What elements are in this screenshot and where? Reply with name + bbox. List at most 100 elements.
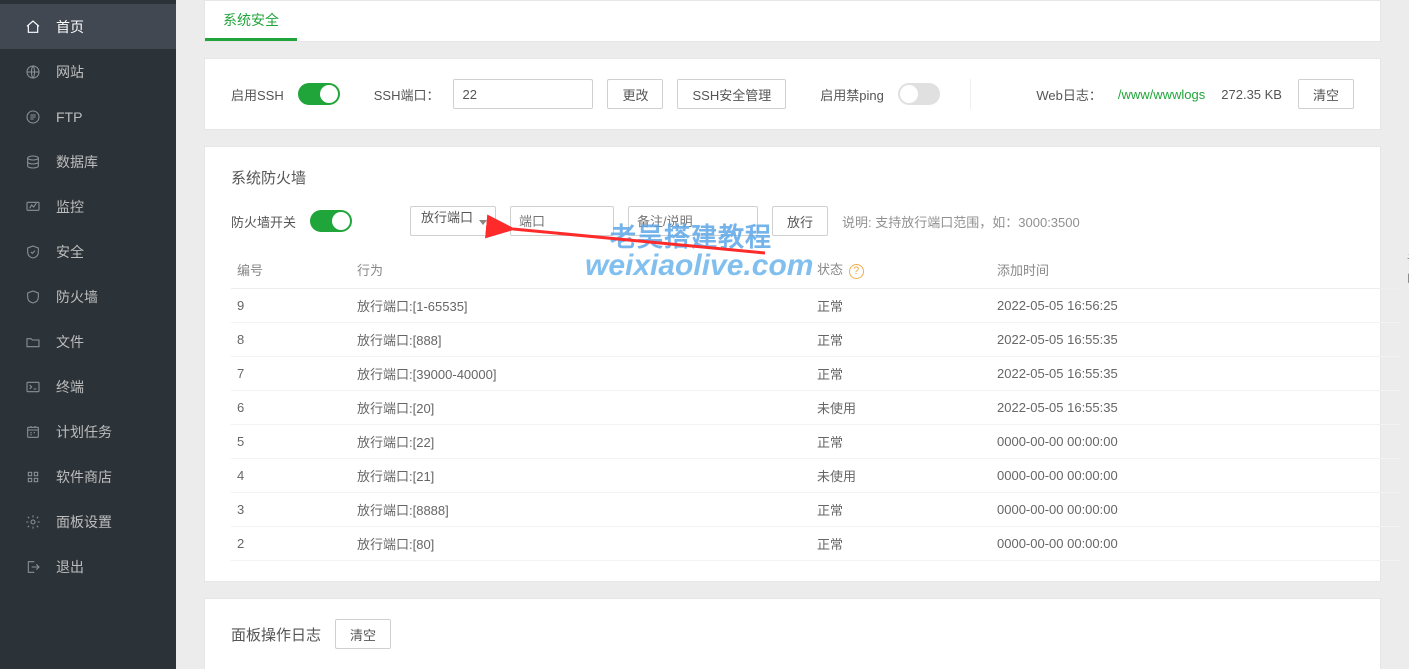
sidebar-item-monitor[interactable]: 监控: [0, 184, 176, 229]
folder-icon: [24, 333, 42, 351]
cell-status: 正常: [811, 425, 991, 459]
cell-action: 放行端口:[888]: [351, 323, 811, 357]
table-row: 6放行端口:[20]未使用2022-05-05 16:55:35FT: [231, 391, 1401, 425]
sidebar: 首页 网站 FTP 数据库 监控 安全 防火墙 文件: [0, 0, 176, 669]
sidebar-item-label: 数据库: [56, 152, 98, 172]
cell-id: 4: [231, 459, 351, 493]
ssh-ping-label: 启用禁ping: [820, 85, 884, 104]
ssh-enable-label: 启用SSH: [231, 85, 284, 104]
sidebar-item-label: 监控: [56, 197, 84, 217]
cell-id: 7: [231, 357, 351, 391]
sidebar-item-db[interactable]: 数据库: [0, 139, 176, 184]
sidebar-item-label: 网站: [56, 62, 84, 82]
sidebar-item-exit[interactable]: 退出: [0, 544, 176, 589]
firewall-rule-type-select[interactable]: 放行端口: [410, 206, 496, 236]
cell-status: 正常: [811, 323, 991, 357]
sidebar-item-terminal[interactable]: 终端: [0, 364, 176, 409]
cell-time: 0000-00-00 00:00:00: [991, 493, 1401, 527]
sidebar-item-ftp[interactable]: FTP: [0, 94, 176, 139]
sidebar-item-home[interactable]: 首页: [0, 4, 176, 49]
table-header-row: 编号 行为 状态 ? 添加时间 说明: [231, 250, 1401, 289]
cell-action: 放行端口:[1-65535]: [351, 289, 811, 323]
ssh-enable-toggle[interactable]: [298, 83, 340, 105]
table-row: 3放行端口:[8888]正常0000-00-00 00:00:00宝: [231, 493, 1401, 527]
cell-time: 2022-05-05 16:55:35: [991, 357, 1401, 391]
table-row: 2放行端口:[80]正常0000-00-00 00:00:00网: [231, 527, 1401, 561]
weblog-label: Web日志：: [1036, 85, 1102, 104]
firewall-port-input[interactable]: [510, 206, 614, 236]
sidebar-item-schedule[interactable]: 计划任务: [0, 409, 176, 454]
cell-status: 正常: [811, 357, 991, 391]
cell-id: 8: [231, 323, 351, 357]
cell-time: 2022-05-05 16:56:25: [991, 289, 1401, 323]
sidebar-item-label: 安全: [56, 242, 84, 262]
firewall-remark-input[interactable]: [628, 206, 758, 236]
monitor-icon: [24, 198, 42, 216]
oplog-clear-button[interactable]: 清空: [335, 619, 391, 649]
weblog-block: Web日志： /www/wwwlogs 272.35 KB 清空: [1036, 79, 1354, 109]
tab-bar: 系统安全: [204, 0, 1381, 42]
globe-icon: [24, 63, 42, 81]
firewall-tip: 说明: 支持放行端口范围，如：3000:3500: [842, 212, 1080, 231]
cell-time: 0000-00-00 00:00:00: [991, 527, 1401, 561]
cell-time: 2022-05-05 16:55:35: [991, 323, 1401, 357]
sidebar-item-store[interactable]: 软件商店: [0, 454, 176, 499]
firewall-toggle[interactable]: [310, 210, 352, 232]
sidebar-item-label: 面板设置: [56, 512, 112, 532]
sidebar-item-file[interactable]: 文件: [0, 319, 176, 364]
table-row: 7放行端口:[39000-40000]正常2022-05-05 16:55:35…: [231, 357, 1401, 391]
cell-status: 正常: [811, 527, 991, 561]
sidebar-item-label: 软件商店: [56, 467, 112, 487]
sidebar-item-label: 文件: [56, 332, 84, 352]
cell-time: 0000-00-00 00:00:00: [991, 459, 1401, 493]
table-row: 9放行端口:[1-65535]正常2022-05-05 16:56:251: [231, 289, 1401, 323]
cell-action: 放行端口:[80]: [351, 527, 811, 561]
table-row: 5放行端口:[22]正常0000-00-00 00:00:00SS: [231, 425, 1401, 459]
col-status: 状态 ?: [811, 250, 991, 289]
help-icon[interactable]: ?: [849, 264, 864, 279]
firewall-apply-button[interactable]: 放行: [772, 206, 828, 236]
sidebar-item-firewall[interactable]: 防火墙: [0, 274, 176, 319]
sidebar-item-settings[interactable]: 面板设置: [0, 499, 176, 544]
cell-status: 未使用: [811, 459, 991, 493]
cell-id: 9: [231, 289, 351, 323]
ssh-card: 启用SSH SSH端口： 更改 SSH安全管理 启用禁ping Web日志： /…: [204, 58, 1381, 130]
oplog-title: 面板操作日志: [231, 624, 321, 645]
cell-action: 放行端口:[20]: [351, 391, 811, 425]
ssh-ping-toggle[interactable]: [898, 83, 940, 105]
main-content: 系统安全 启用SSH SSH端口： 更改 SSH安全管理 启用禁ping Web…: [176, 0, 1409, 669]
cell-action: 放行端口:[21]: [351, 459, 811, 493]
ssh-port-input[interactable]: [453, 79, 593, 109]
weblog-size: 272.35 KB: [1221, 87, 1282, 102]
table-row: 8放行端口:[888]正常2022-05-05 16:55:35ph: [231, 323, 1401, 357]
oplog-card: 面板操作日志 清空: [204, 598, 1381, 669]
terminal-icon: [24, 378, 42, 396]
cell-id: 2: [231, 527, 351, 561]
sidebar-item-security[interactable]: 安全: [0, 229, 176, 274]
store-icon: [24, 468, 42, 486]
cell-id: 6: [231, 391, 351, 425]
cell-action: 放行端口:[8888]: [351, 493, 811, 527]
ssh-change-button[interactable]: 更改: [607, 79, 663, 109]
sidebar-item-label: 退出: [56, 557, 84, 577]
gear-icon: [24, 513, 42, 531]
col-time: 添加时间: [991, 250, 1401, 289]
tab-system-security[interactable]: 系统安全: [205, 1, 297, 41]
firewall-table: 编号 行为 状态 ? 添加时间 说明 9放行端口:[1-65535]正常2022…: [231, 250, 1401, 561]
sidebar-item-label: 首页: [56, 17, 84, 37]
ssh-manage-button[interactable]: SSH安全管理: [677, 79, 786, 109]
cell-time: 2022-05-05 16:55:35: [991, 391, 1401, 425]
col-id: 编号: [231, 250, 351, 289]
table-row: 4放行端口:[21]未使用0000-00-00 00:00:00FT: [231, 459, 1401, 493]
cell-status: 正常: [811, 289, 991, 323]
cell-id: 5: [231, 425, 351, 459]
sidebar-item-site[interactable]: 网站: [0, 49, 176, 94]
weblog-clear-button[interactable]: 清空: [1298, 79, 1354, 109]
schedule-icon: [24, 423, 42, 441]
weblog-path[interactable]: /www/wwwlogs: [1118, 87, 1205, 102]
sidebar-item-label: 计划任务: [56, 422, 112, 442]
home-icon: [24, 18, 42, 36]
shield-icon: [24, 243, 42, 261]
sidebar-item-label: 终端: [56, 377, 84, 397]
sidebar-item-label: FTP: [56, 109, 82, 125]
